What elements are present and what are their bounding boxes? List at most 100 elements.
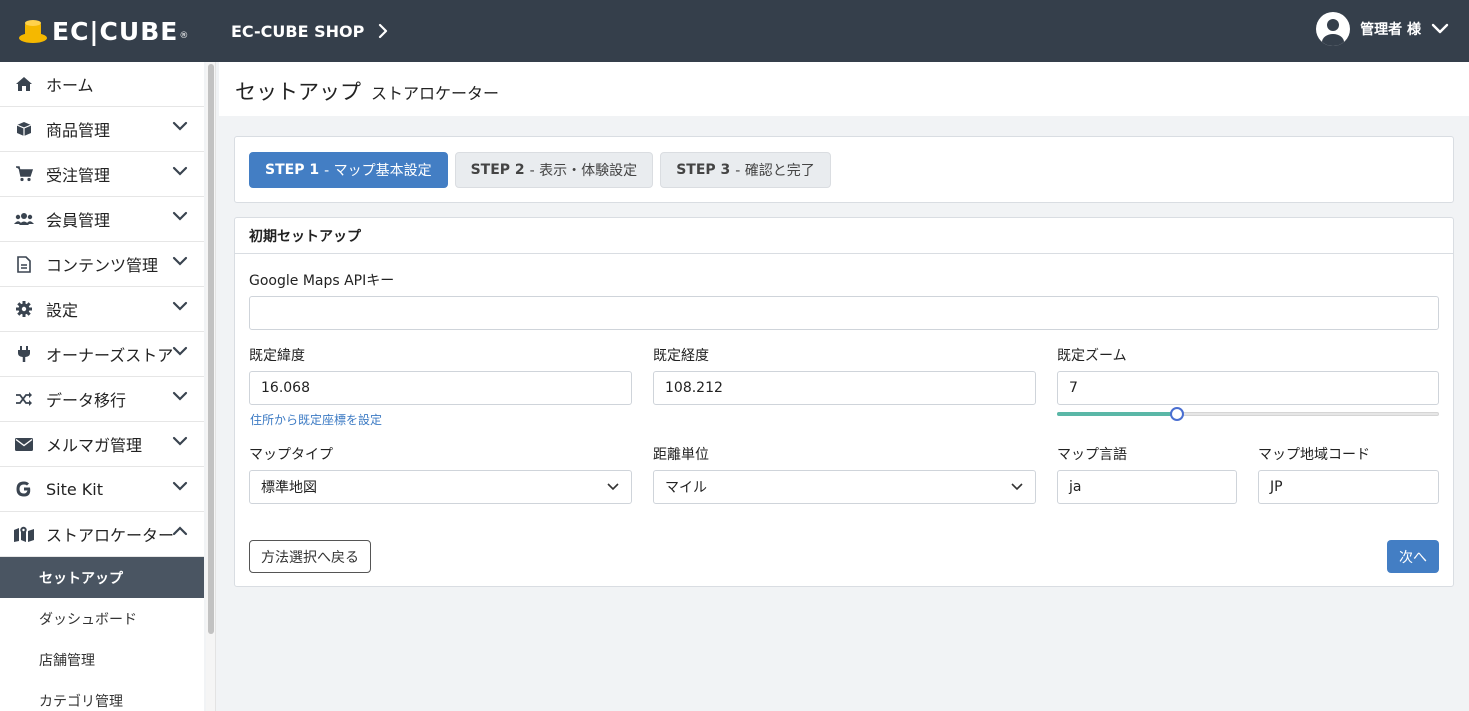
latitude-label: 既定緯度 — [249, 348, 305, 364]
sidebar-item-label: データ移行 — [46, 391, 127, 410]
chevron-down-icon — [172, 301, 188, 311]
box-icon — [14, 119, 34, 139]
initial-setup-card: 初期セットアップ Google Maps APIキー 既定緯度 16.068 住… — [234, 217, 1454, 587]
step-2-button[interactable]: STEP 2 - 表示・体験設定 — [454, 151, 654, 188]
chevron-down-icon — [172, 346, 188, 356]
step-navigation: STEP 1 - マップ基本設定 STEP 2 - 表示・体験設定 STEP 3… — [234, 136, 1454, 203]
chevron-down-icon — [172, 211, 188, 221]
chevron-down-icon — [172, 166, 188, 176]
scrollbar-thumb[interactable] — [208, 64, 214, 634]
user-menu[interactable]: 管理者 様 — [1316, 12, 1449, 46]
sidebar-item-label: コンテンツ管理 — [46, 256, 159, 275]
card-heading: 初期セットアップ — [235, 218, 1453, 254]
longitude-input[interactable]: 108.212 — [653, 371, 1036, 405]
chevron-up-icon — [172, 526, 188, 536]
map-icon — [14, 524, 34, 544]
envelope-icon — [14, 434, 34, 454]
chevron-down-icon — [607, 483, 619, 491]
step-3-button[interactable]: STEP 3 - 確認と完了 — [660, 151, 831, 188]
sidebar-item-label: 商品管理 — [46, 121, 111, 140]
sidebar-item-label: 会員管理 — [46, 211, 111, 230]
geocode-link[interactable]: 住所から既定座標を設定 — [250, 411, 382, 428]
map-type-value: 標準地図 — [261, 480, 317, 496]
chevron-down-icon — [172, 256, 188, 266]
back-button[interactable]: 方法選択へ戻る — [249, 540, 371, 573]
sidebar-item-contents[interactable]: コンテンツ管理 — [0, 242, 204, 287]
sidebar-item-store-locator[interactable]: ストアロケーター — [0, 512, 204, 557]
sidebar: ホーム 商品管理 受注管理 会員管理 コンテンツ管理 設定 オーナーズストア デ… — [0, 62, 204, 711]
latitude-input[interactable]: 16.068 — [249, 371, 632, 405]
step-label: - 表示・体験設定 — [529, 162, 638, 179]
ec-cube-logo[interactable]: EC|CUBE ® — [18, 17, 218, 46]
next-button[interactable]: 次へ — [1387, 540, 1439, 573]
map-region-input[interactable]: JP — [1258, 470, 1439, 504]
sidebar-item-site-kit[interactable]: Site Kit — [0, 467, 204, 512]
map-type-label: マップタイプ — [249, 447, 333, 463]
user-name: 管理者 様 — [1360, 22, 1421, 38]
google-icon — [14, 479, 34, 499]
home-icon — [14, 74, 34, 94]
chevron-right-icon — [379, 23, 388, 39]
api-key-label: Google Maps APIキー — [249, 273, 395, 289]
zoom-slider[interactable] — [1057, 407, 1439, 421]
sidebar-item-home[interactable]: ホーム — [0, 62, 204, 107]
map-language-label: マップ言語 — [1057, 447, 1127, 463]
cart-icon — [14, 164, 34, 184]
sidebar-subitem-setup[interactable]: セットアップ — [0, 557, 204, 598]
map-region-label: マップ地域コード — [1258, 447, 1370, 463]
chevron-down-icon — [1431, 23, 1449, 34]
sidebar-item-label: オーナーズストア — [46, 346, 174, 365]
shop-link[interactable]: EC-CUBE SHOP — [231, 22, 388, 41]
chevron-down-icon — [172, 436, 188, 446]
plug-icon — [14, 344, 34, 364]
slider-fill — [1057, 412, 1177, 416]
step-1-button[interactable]: STEP 1 - マップ基本設定 — [249, 151, 448, 188]
sidebar-item-label: ストアロケーター — [46, 526, 175, 545]
avatar-icon — [1316, 12, 1351, 46]
page-title: セットアップ — [235, 80, 361, 104]
file-icon — [14, 254, 34, 274]
chevron-down-icon — [172, 481, 188, 491]
logo-text: EC|CUBE — [52, 16, 179, 46]
users-icon — [14, 209, 34, 229]
sidebar-item-label: メルマガ管理 — [46, 436, 143, 455]
sidebar-item-label: Site Kit — [46, 479, 104, 499]
step-label: - 確認と完了 — [735, 162, 815, 179]
slider-thumb[interactable] — [1170, 407, 1184, 421]
logo-registered: ® — [179, 31, 189, 41]
shuffle-icon — [14, 389, 34, 409]
chevron-down-icon — [1011, 483, 1023, 491]
sidebar-item-members[interactable]: 会員管理 — [0, 197, 204, 242]
logo-hat-icon — [18, 18, 48, 44]
page-header: セットアップ ストアロケーター — [219, 62, 1469, 116]
zoom-input[interactable]: 7 — [1057, 371, 1439, 405]
api-key-input[interactable] — [249, 296, 1439, 330]
map-language-input[interactable]: ja — [1057, 470, 1237, 504]
sidebar-item-label: 受注管理 — [46, 166, 111, 185]
sidebar-item-orders[interactable]: 受注管理 — [0, 152, 204, 197]
step-number: STEP 2 — [470, 161, 525, 178]
sidebar-scrollbar[interactable] — [206, 62, 216, 711]
sidebar-item-owners-store[interactable]: オーナーズストア — [0, 332, 204, 377]
step-number: STEP 1 — [265, 161, 320, 178]
distance-unit-label: 距離単位 — [653, 447, 709, 463]
gear-icon — [14, 299, 34, 319]
map-type-select[interactable]: 標準地図 — [249, 470, 632, 504]
sidebar-item-mail-magazine[interactable]: メルマガ管理 — [0, 422, 204, 467]
distance-unit-select[interactable]: マイル — [653, 470, 1036, 504]
zoom-label: 既定ズーム — [1057, 348, 1127, 364]
page-subtitle: ストアロケーター — [371, 84, 500, 103]
step-number: STEP 3 — [676, 161, 731, 178]
sidebar-item-data-migration[interactable]: データ移行 — [0, 377, 204, 422]
distance-unit-value: マイル — [665, 480, 707, 496]
sidebar-subitem-store-management[interactable]: 店舗管理 — [0, 639, 204, 680]
top-header: EC|CUBE ® EC-CUBE SHOP 管理者 様 — [0, 0, 1469, 62]
sidebar-item-label: ホーム — [46, 76, 94, 95]
sidebar-subitem-category-management[interactable]: カテゴリ管理 — [0, 680, 204, 711]
chevron-down-icon — [172, 121, 188, 131]
sidebar-subitem-dashboard[interactable]: ダッシュボード — [0, 598, 204, 639]
sidebar-item-settings[interactable]: 設定 — [0, 287, 204, 332]
sidebar-item-products[interactable]: 商品管理 — [0, 107, 204, 152]
chevron-down-icon — [172, 391, 188, 401]
longitude-label: 既定経度 — [653, 348, 709, 364]
